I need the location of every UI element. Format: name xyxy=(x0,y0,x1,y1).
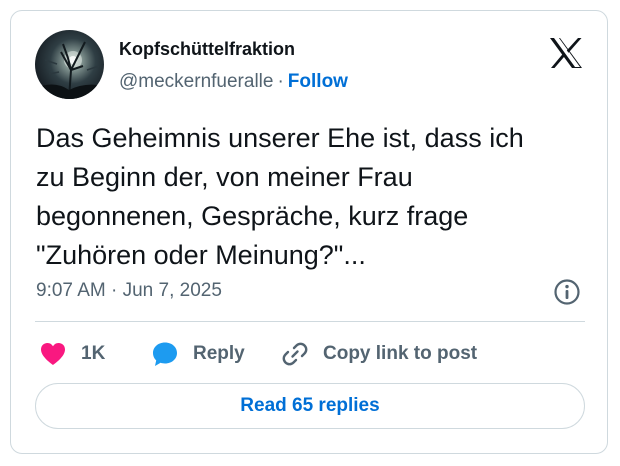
separator-dot: · xyxy=(277,71,284,92)
reply-label: Reply xyxy=(193,343,245,364)
info-icon[interactable] xyxy=(553,278,581,306)
post-text-line: begonnenen, Gespräche, kurz frage xyxy=(36,201,469,231)
reply-button[interactable]: Reply xyxy=(151,339,245,369)
author-display-name[interactable]: Kopfschüttelfraktion xyxy=(119,39,295,60)
embedded-post-card: Kopfschüttelfraktion @meckernfueralle · Fo… xyxy=(10,10,608,454)
read-replies-label: Read 65 replies xyxy=(240,395,380,416)
post-timestamp[interactable]: 9:07 AM · Jun 7, 2025 xyxy=(36,280,222,302)
post-text-line: "Zuhören oder Meinung?"... xyxy=(36,240,366,270)
follow-link[interactable]: Follow xyxy=(288,71,348,92)
like-count: 1K xyxy=(81,343,106,364)
heart-icon xyxy=(41,343,65,365)
link-icon xyxy=(282,342,308,366)
post-text-line: Das Geheimnis unserer Ehe ist, dass ich xyxy=(36,123,524,153)
divider xyxy=(35,321,585,322)
post-text-line: zu Beginn der, von meiner Frau xyxy=(36,162,413,192)
author-handle[interactable]: @meckernfueralle xyxy=(119,71,273,92)
speech-bubble-icon xyxy=(153,342,177,366)
avatar[interactable] xyxy=(35,30,104,99)
like-button[interactable]: 1K xyxy=(39,339,105,369)
author-handle-row: @meckernfueralle · Follow xyxy=(119,71,348,93)
copy-link-button[interactable]: Copy link to post xyxy=(281,339,477,369)
x-logo-icon[interactable] xyxy=(549,37,583,69)
copy-link-label: Copy link to post xyxy=(323,343,478,364)
post-text: Das Geheimnis unserer Ehe ist, dass ich … xyxy=(36,119,596,275)
read-replies-button[interactable]: Read 65 replies xyxy=(35,383,585,429)
avatar-image xyxy=(35,41,104,99)
